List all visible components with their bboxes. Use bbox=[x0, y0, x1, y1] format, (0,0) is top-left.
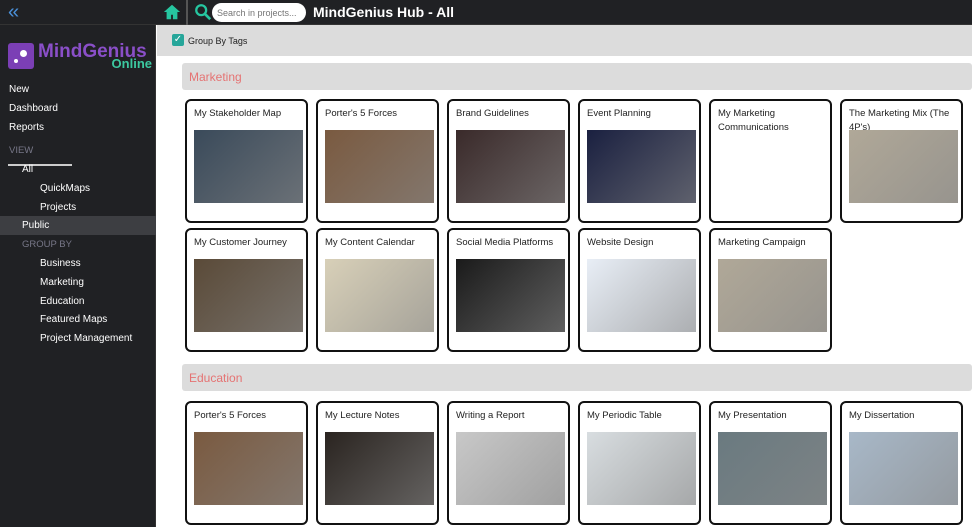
nav-all[interactable]: All bbox=[22, 164, 33, 175]
map-card[interactable]: My Periodic Table bbox=[578, 401, 701, 525]
group-header-education: Education bbox=[182, 364, 972, 391]
divider bbox=[8, 164, 72, 166]
map-card[interactable]: Social Media Platforms bbox=[447, 228, 570, 352]
map-thumbnail-image bbox=[849, 130, 958, 203]
group-header-marketing: Marketing bbox=[182, 63, 972, 90]
map-thumbnail-image bbox=[456, 130, 565, 203]
logo-subtext: Online bbox=[111, 56, 152, 71]
map-card[interactable]: Porter's 5 Forces bbox=[185, 401, 308, 525]
sidebar: MindGenius Online New Dashboard Reports … bbox=[0, 25, 156, 527]
map-card[interactable]: My Dissertation bbox=[840, 401, 963, 525]
nav-reports[interactable]: Reports bbox=[9, 122, 44, 133]
map-thumbnail-image bbox=[325, 259, 434, 332]
map-card[interactable]: My Presentation bbox=[709, 401, 832, 525]
map-card[interactable]: Writing a Report bbox=[447, 401, 570, 525]
map-thumbnail-image bbox=[587, 259, 696, 332]
map-thumbnail-image bbox=[849, 432, 958, 505]
divider bbox=[186, 0, 188, 25]
map-card[interactable]: My Marketing Communications bbox=[709, 99, 832, 223]
map-card[interactable]: Event Planning bbox=[578, 99, 701, 223]
map-thumbnail-image bbox=[718, 130, 827, 140]
map-card[interactable]: My Customer Journey bbox=[185, 228, 308, 352]
nav-group-marketing[interactable]: Marketing bbox=[40, 277, 84, 288]
nav-new[interactable]: New bbox=[9, 84, 29, 95]
home-icon[interactable] bbox=[163, 3, 181, 21]
map-card[interactable]: My Stakeholder Map bbox=[185, 99, 308, 223]
map-thumbnail-image bbox=[194, 130, 303, 203]
map-card[interactable]: Website Design bbox=[578, 228, 701, 352]
top-bar: « MindGenius Hub - All bbox=[0, 0, 972, 25]
map-thumbnail-image bbox=[587, 432, 696, 505]
nav-public[interactable]: Public bbox=[0, 216, 156, 235]
nav-public-label: Public bbox=[22, 220, 50, 231]
map-thumbnail-image bbox=[325, 130, 434, 203]
nav-projects[interactable]: Projects bbox=[40, 202, 76, 213]
nav-group-project-management[interactable]: Project Management bbox=[40, 333, 132, 344]
main-content: ✓ Group By Tags Marketing My Stakeholder … bbox=[157, 25, 972, 527]
nav-group-featured-maps[interactable]: Featured Maps bbox=[40, 314, 107, 325]
map-thumbnail-image bbox=[194, 259, 303, 332]
map-thumbnail-image bbox=[587, 130, 696, 203]
map-card[interactable]: Marketing Campaign bbox=[709, 228, 832, 352]
view-label: VIEW bbox=[9, 145, 34, 156]
group-by-tags-label: Group By Tags bbox=[188, 36, 248, 46]
map-thumbnail-image bbox=[325, 432, 434, 505]
map-card[interactable]: My Lecture Notes bbox=[316, 401, 439, 525]
search-icon[interactable] bbox=[194, 3, 212, 21]
logo: MindGenius Online bbox=[8, 41, 154, 71]
map-thumbnail-image bbox=[456, 259, 565, 332]
map-card[interactable]: The Marketing Mix (The 4P's) bbox=[840, 99, 963, 223]
nav-dashboard[interactable]: Dashboard bbox=[9, 103, 58, 114]
nav-group-education[interactable]: Education bbox=[40, 296, 84, 307]
map-thumbnail-image bbox=[456, 432, 565, 505]
map-card[interactable]: Brand Guidelines bbox=[447, 99, 570, 223]
map-thumbnail-image bbox=[718, 259, 827, 332]
search-input[interactable] bbox=[212, 3, 306, 22]
map-thumbnail-image bbox=[194, 432, 303, 505]
map-card[interactable]: My Content Calendar bbox=[316, 228, 439, 352]
map-thumbnail-image bbox=[718, 432, 827, 505]
nav-group-business[interactable]: Business bbox=[40, 258, 81, 269]
group-by-label: GROUP BY bbox=[22, 239, 72, 250]
nav-quickmaps[interactable]: QuickMaps bbox=[40, 183, 90, 194]
page-title: MindGenius Hub - All bbox=[313, 4, 455, 20]
toolbar: ✓ Group By Tags bbox=[157, 25, 972, 56]
map-card[interactable]: Porter's 5 Forces bbox=[316, 99, 439, 223]
collapse-sidebar-icon[interactable]: « bbox=[8, 1, 19, 23]
group-by-tags-checkbox[interactable]: ✓ bbox=[172, 34, 184, 46]
